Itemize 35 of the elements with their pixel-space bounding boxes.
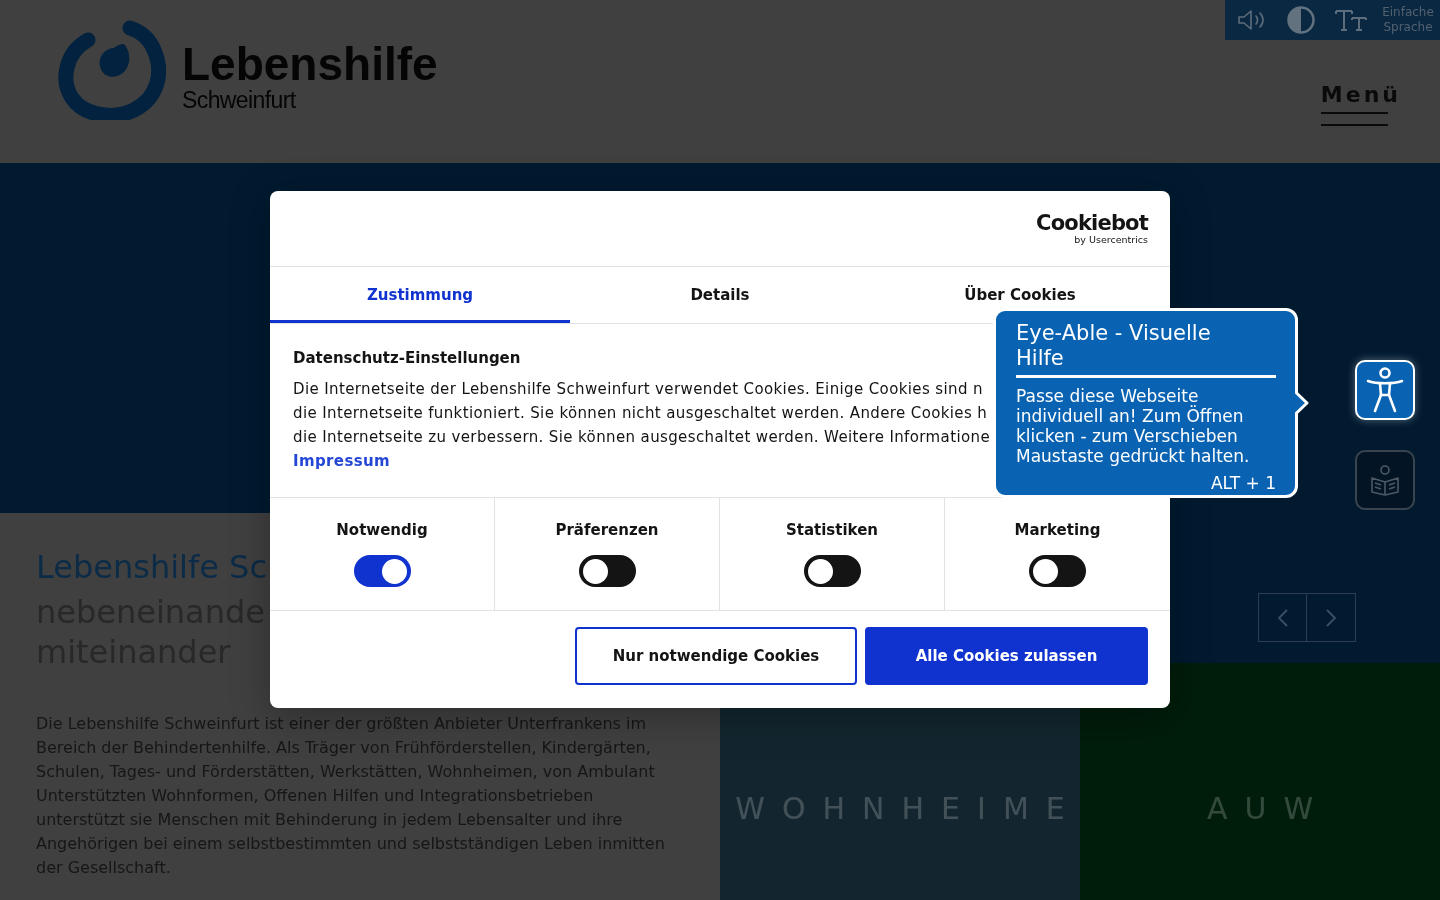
toggle-switch[interactable] [1029, 555, 1086, 587]
dialog-heading: Datenschutz-Einstellungen [293, 348, 521, 368]
logo-wordmark: Cookiebot [1036, 212, 1148, 234]
category-label: Statistiken [785, 520, 879, 540]
accessibility-button[interactable] [1355, 360, 1415, 420]
necessary-only-button[interactable]: Nur notwendige Cookies [575, 627, 857, 685]
logo-wordmark: Lebenshilfe [182, 41, 438, 87]
tooltip-text: Passe diese Webseite individuell an! Zum Öffnen klicken - zum Verschieben Maustaste gedrückt halten. [1016, 386, 1251, 466]
logo-byline: by Usercentrics [1074, 234, 1148, 245]
category-label: Präferenzen [555, 520, 659, 540]
reader-button[interactable] [1355, 450, 1415, 510]
toggle-switch[interactable] [803, 555, 861, 587]
contrast-icon[interactable] [1287, 6, 1315, 34]
text-size-icon[interactable] [1335, 9, 1367, 31]
accept-all-button[interactable]: Alle Cookies zulassen [865, 627, 1148, 685]
speaker-icon[interactable] [1237, 9, 1267, 31]
impressum-link[interactable]: Impressum [293, 452, 391, 470]
dialog-tab[interactable]: Über Cookies [870, 267, 1170, 307]
carousel-previous-button[interactable] [1258, 593, 1307, 642]
logo-subtitle: Schweinfurt [182, 87, 297, 113]
category-label: Notwendig [336, 520, 428, 540]
tooltip-title: Eye-Able - Visuelle Hilfe [1016, 321, 1212, 371]
toggle-switch[interactable] [353, 555, 411, 587]
person-icon [1366, 367, 1404, 413]
dialog-text: Die Internetseite der Lebenshilfe Schweinfurt verwendet Cookies. Einige Cookies sind n die Internetseite funktioniert. Sie können nicht ausgeschaltet werden. Andere Cookies h die Internetseite zu verbessern. Sie können ausgeschaltet werden. Weitere Informatione Impressum [293, 379, 990, 472]
dialog-tab[interactable]: Zustimmung [270, 267, 570, 307]
chevron-left-icon [1277, 608, 1288, 627]
logo-icon [58, 20, 166, 120]
category-label: Marketing [1014, 520, 1101, 540]
carousel-next-button[interactable] [1307, 593, 1356, 642]
chevron-right-icon [1326, 608, 1336, 627]
toggle-switch[interactable] [578, 555, 636, 587]
dialog-tab[interactable]: Details [570, 267, 870, 307]
keyboard-shortcut: ALT + 1 [1211, 473, 1276, 493]
reader-icon [1369, 464, 1401, 496]
